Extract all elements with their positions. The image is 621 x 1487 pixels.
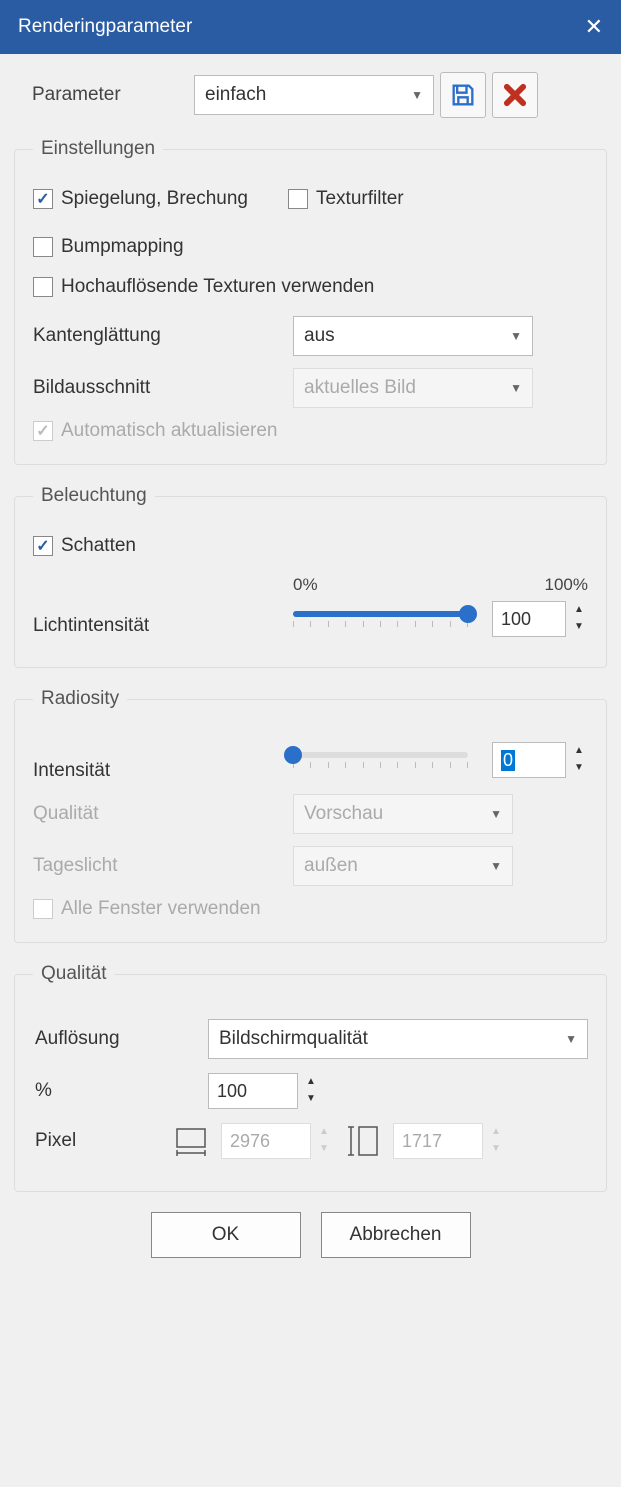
lichtintensitaet-input[interactable]: 100 [492, 601, 566, 637]
aufloesung-label: Auflösung [33, 1028, 208, 1050]
parameter-select[interactable]: einfach ▼ [194, 75, 434, 115]
texturfilter-checkbox[interactable] [288, 189, 308, 209]
tageslicht-select: außen ▼ [293, 846, 513, 886]
schatten-checkbox[interactable] [33, 536, 53, 556]
kantenglaettung-value: aus [304, 325, 335, 347]
prozent-label: % [33, 1080, 208, 1102]
qualitaet-legend: Qualität [33, 963, 114, 985]
hires-texturen-checkbox[interactable] [33, 277, 53, 297]
x-icon [501, 81, 529, 109]
floppy-disk-icon [449, 81, 477, 109]
spinner-down-icon[interactable]: ▼ [302, 1090, 320, 1107]
spinner-up-icon[interactable]: ▲ [302, 1073, 320, 1090]
bumpmapping-label: Bumpmapping [61, 236, 184, 258]
parameter-label: Parameter [14, 84, 194, 106]
chevron-down-icon: ▼ [510, 381, 522, 395]
aufloesung-value: Bildschirmqualität [219, 1028, 368, 1050]
spinner-down-icon: ▼ [315, 1140, 333, 1157]
tageslicht-value: außen [304, 855, 358, 877]
close-icon[interactable]: ✕ [585, 14, 603, 40]
chevron-down-icon: ▼ [490, 859, 502, 873]
titlebar-text: Renderingparameter [18, 16, 192, 38]
spiegelung-label: Spiegelung, Brechung [61, 188, 248, 210]
pixel-width-input: 2976 [221, 1123, 311, 1159]
radiosity-intensitaet-slider[interactable] [293, 752, 468, 768]
bildausschnitt-select: aktuelles Bild ▼ [293, 368, 533, 408]
ok-button[interactable]: OK [151, 1212, 301, 1258]
einstellungen-legend: Einstellungen [33, 138, 163, 160]
schatten-label: Schatten [61, 535, 136, 557]
radiosity-intensitaet-input[interactable]: 0 [492, 742, 566, 778]
pixel-height-input: 1717 [393, 1123, 483, 1159]
spinner-up-icon[interactable]: ▲ [570, 601, 588, 618]
spinner-down-icon[interactable]: ▼ [570, 759, 588, 776]
spinner-up-icon: ▲ [315, 1123, 333, 1140]
chevron-down-icon: ▼ [490, 807, 502, 821]
qualitaet-group: Qualität Auflösung Bildschirmqualität ▼ … [14, 963, 607, 1192]
spinner-down-icon[interactable]: ▼ [570, 618, 588, 635]
radiosity-legend: Radiosity [33, 688, 127, 710]
chevron-down-icon: ▼ [565, 1032, 577, 1046]
parameter-value: einfach [205, 84, 266, 106]
beleuchtung-legend: Beleuchtung [33, 485, 155, 507]
alle-fenster-label: Alle Fenster verwenden [61, 898, 261, 920]
aufloesung-select[interactable]: Bildschirmqualität ▼ [208, 1019, 588, 1059]
height-icon [345, 1123, 381, 1159]
radiosity-group: Radiosity Intensität 0 ▲▼ Qualität Vorsc… [14, 688, 607, 943]
texturfilter-label: Texturfilter [316, 188, 404, 210]
lichtintensitaet-slider[interactable] [293, 611, 468, 627]
width-icon [173, 1123, 209, 1159]
save-button[interactable] [440, 72, 486, 118]
beleuchtung-group: Beleuchtung Schatten Lichtintensität 0% … [14, 485, 607, 668]
kantenglaettung-select[interactable]: aus ▼ [293, 316, 533, 356]
bildausschnitt-value: aktuelles Bild [304, 377, 416, 399]
chevron-down-icon: ▼ [510, 329, 522, 343]
bumpmapping-checkbox[interactable] [33, 237, 53, 257]
radiosity-qualitaet-label: Qualität [33, 803, 293, 825]
alle-fenster-checkbox [33, 899, 53, 919]
einstellungen-group: Einstellungen Spiegelung, Brechung Textu… [14, 138, 607, 465]
prozent-input[interactable]: 100 [208, 1073, 298, 1109]
pixel-label: Pixel [33, 1130, 173, 1152]
cancel-button[interactable]: Abbrechen [321, 1212, 471, 1258]
radiosity-qualitaet-select: Vorschau ▼ [293, 794, 513, 834]
radiosity-qualitaet-value: Vorschau [304, 803, 383, 825]
spinner-up-icon[interactable]: ▲ [570, 742, 588, 759]
spiegelung-checkbox[interactable] [33, 189, 53, 209]
slider-max-label: 100% [545, 575, 588, 595]
kantenglaettung-label: Kantenglättung [33, 325, 293, 347]
delete-button[interactable] [492, 72, 538, 118]
spinner-down-icon: ▼ [487, 1140, 505, 1157]
chevron-down-icon: ▼ [411, 88, 423, 102]
bildausschnitt-label: Bildausschnitt [33, 377, 293, 399]
slider-min-label: 0% [293, 575, 318, 595]
auto-aktualisieren-label: Automatisch aktualisieren [61, 420, 278, 442]
tageslicht-label: Tageslicht [33, 855, 293, 877]
lichtintensitaet-label: Lichtintensität [33, 615, 293, 637]
auto-aktualisieren-checkbox [33, 421, 53, 441]
radiosity-intensitaet-label: Intensität [33, 742, 293, 782]
hires-texturen-label: Hochauflösende Texturen verwenden [61, 276, 374, 298]
spinner-up-icon: ▲ [487, 1123, 505, 1140]
titlebar: Renderingparameter ✕ [0, 0, 621, 54]
